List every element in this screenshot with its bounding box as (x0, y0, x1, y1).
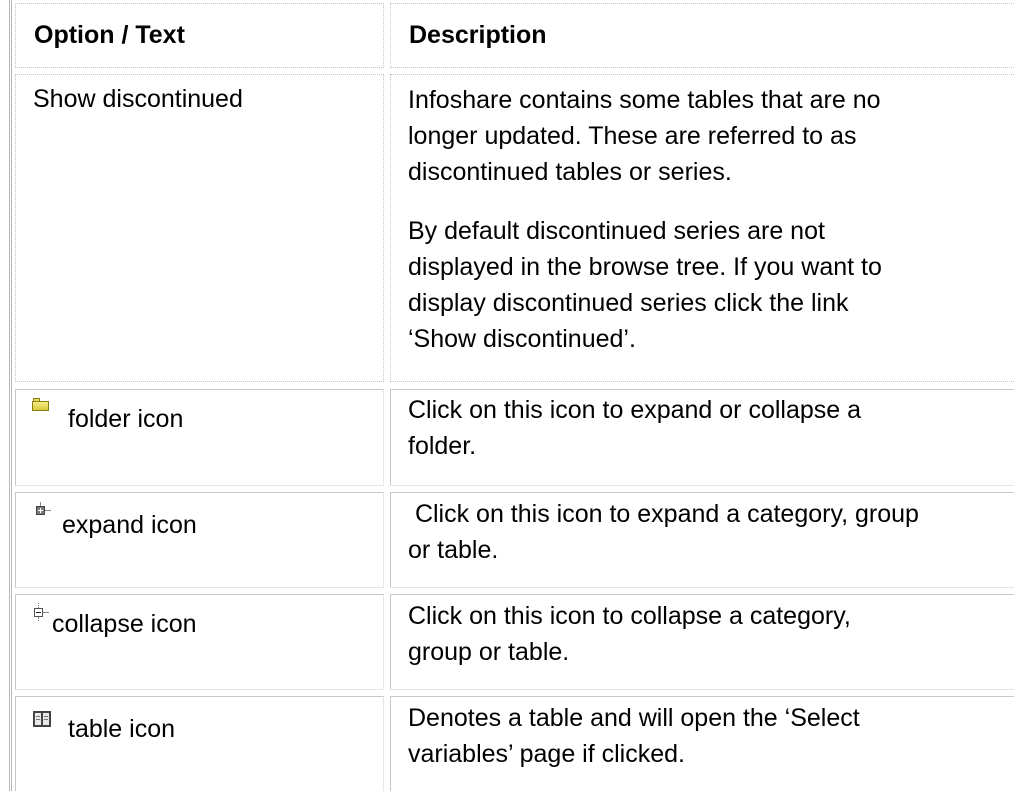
expand-icon-label: expand icon (62, 511, 197, 539)
table-row-show-discontinued-option: Show discontinued (15, 74, 384, 382)
page-frame-line (9, 0, 12, 791)
description-line: Click on this icon to collapse a categor… (408, 602, 851, 630)
description-line: group or table. (408, 638, 570, 666)
table-row-table-description: Denotes a table and will open the ‘Selec… (390, 696, 1014, 791)
table-row-expand-option: expand icon (15, 492, 384, 588)
expand-icon (34, 502, 54, 518)
header-option: Option / Text (15, 3, 384, 68)
table-row-table-option: table icon (15, 696, 384, 791)
description-line: displayed in the browse tree. If you wan… (408, 253, 882, 281)
description-line: variables’ page if clicked. (408, 740, 685, 768)
description-line: longer updated. These are referred to as (408, 122, 857, 150)
folder-icon (32, 398, 49, 411)
table-row-folder-option: folder icon (15, 389, 384, 486)
folder-icon-label: folder icon (68, 405, 184, 433)
show-discontinued-label: Show discontinued (33, 85, 243, 113)
description-line: By default discontinued series are not (408, 217, 825, 245)
table-row-show-discontinued-description: Infoshare contains some tables that are … (390, 74, 1014, 382)
description-line: Infoshare contains some tables that are … (408, 86, 881, 114)
description-line: or table. (408, 536, 499, 564)
description-line: Click on this icon to expand a category,… (408, 500, 919, 528)
description-line: ‘Show discontinued’. (408, 325, 636, 353)
table-row-expand-description: Click on this icon to expand a category,… (390, 492, 1014, 588)
header-option-label: Option / Text (34, 21, 185, 49)
collapse-icon-label: collapse icon (52, 610, 197, 638)
table-row-folder-description: Click on this icon to expand or collapse… (390, 389, 1014, 486)
description-line: discontinued tables or series. (408, 158, 732, 186)
header-description: Description (390, 3, 1014, 68)
description-line: folder. (408, 432, 477, 460)
description-line: display discontinued series click the li… (408, 289, 849, 317)
description-line: Denotes a table and will open the ‘Selec… (408, 704, 860, 732)
collapse-icon (32, 603, 52, 621)
table-icon-label: table icon (68, 715, 176, 743)
description-line: Click on this icon to expand or collapse… (408, 396, 862, 424)
header-description-label: Description (409, 21, 547, 49)
table-row-collapse-option: collapse icon (15, 594, 384, 690)
table-row-collapse-description: Click on this icon to collapse a categor… (390, 594, 1014, 690)
table-icon (33, 711, 51, 727)
